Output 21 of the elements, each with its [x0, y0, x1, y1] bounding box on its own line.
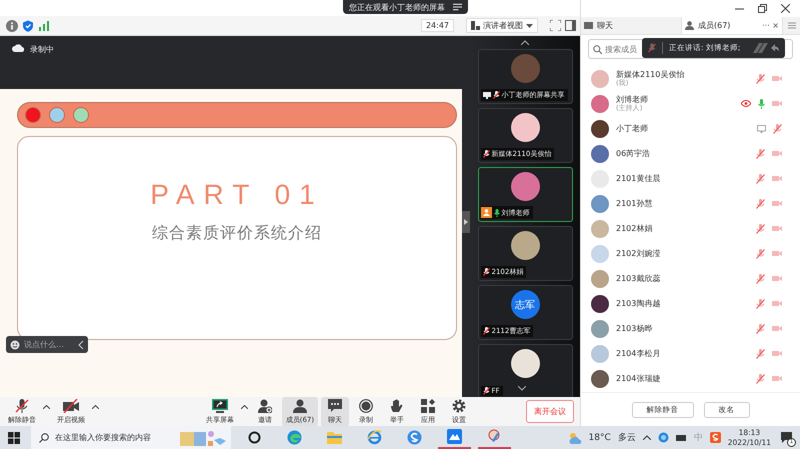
member-name: 2101黄佳晨 — [616, 174, 660, 184]
member-name: 2103陶冉越 — [616, 298, 660, 308]
member-name: 2104李松月 — [616, 348, 660, 358]
slide-subtitle: 综合素质评价系统介绍 — [152, 223, 322, 244]
weather-text: 多云 — [618, 432, 636, 444]
avatar: 志军 — [510, 290, 540, 319]
member-name: 06芮宇浩 — [616, 148, 650, 158]
recording-label: 录制中 — [30, 44, 54, 55]
member-name: 2101孙慧 — [616, 198, 652, 208]
member-name: 新媒体2110吴俟怡 — [616, 70, 684, 79]
member-name: 小丁老师 — [616, 124, 648, 134]
member-name: 2103戴欣蕊 — [616, 274, 660, 284]
member-name: 2102刘婉滢 — [616, 248, 660, 258]
member-name: 2102林娟 — [616, 224, 652, 234]
temperature: 18°C — [588, 432, 611, 442]
slide-title: PART 01 — [150, 179, 324, 211]
watching-banner: 您正在观看小丁老师的屏幕 — [343, 0, 468, 14]
member-name: 刘博老师 — [616, 94, 648, 104]
meeting-timer: 24:47 — [420, 19, 454, 32]
member-name: 2103杨晔 — [616, 324, 652, 334]
member-name: 2104张瑞婕 — [616, 374, 660, 384]
